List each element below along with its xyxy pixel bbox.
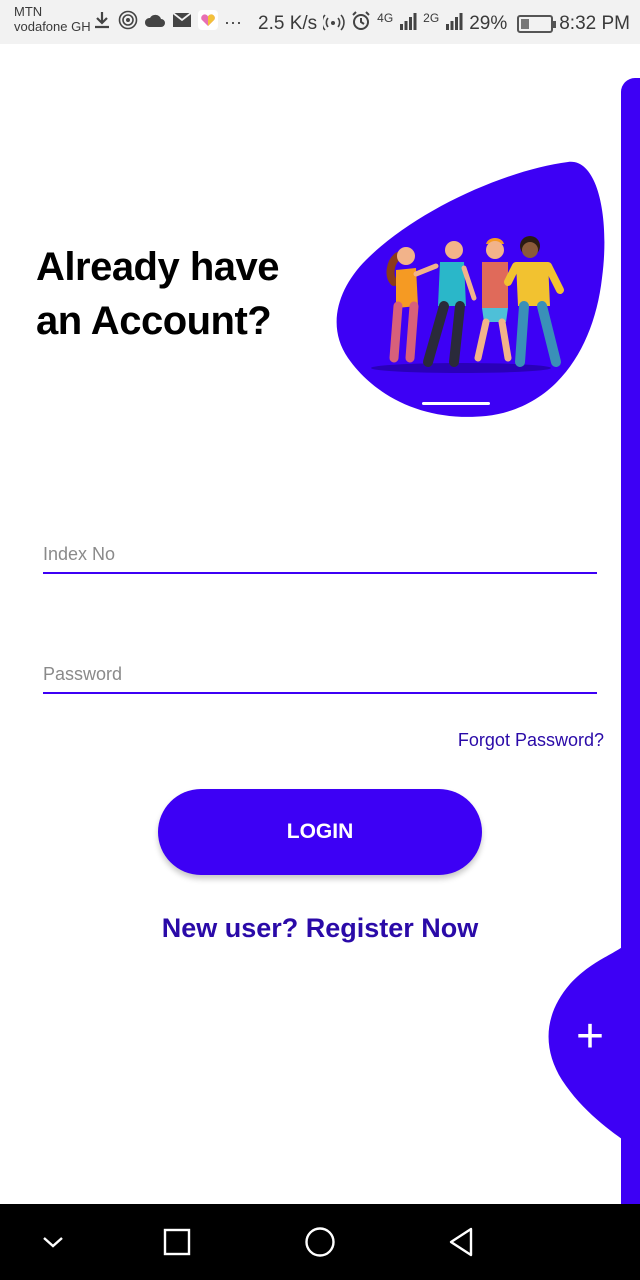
cloud-icon — [144, 12, 166, 32]
battery-icon — [517, 15, 557, 33]
carrier-info: MTN vodafone GH — [14, 4, 91, 34]
clock: 8:32 PM — [559, 13, 630, 34]
status-bar: MTN vodafone GH ··· 2.5 K/s 4G 2G 29% 8:… — [0, 0, 640, 44]
network-4g: 4G — [377, 11, 394, 25]
forgot-password-link[interactable]: Forgot Password? — [458, 730, 604, 751]
hero-illustration — [336, 161, 605, 417]
plus-icon[interactable]: + — [568, 1013, 612, 1061]
network-2g: 2G — [423, 11, 440, 25]
notification-icons: ··· — [92, 10, 242, 34]
signal-icon — [445, 12, 463, 36]
mail-icon — [172, 12, 192, 32]
register-link[interactable]: New user? Register Now — [0, 913, 640, 944]
password-input[interactable] — [43, 656, 597, 694]
hotspot-icon — [118, 10, 138, 34]
download-icon — [92, 10, 112, 34]
wifi-icon — [321, 11, 345, 37]
home-icon[interactable] — [300, 1222, 340, 1262]
battery-fill — [521, 19, 530, 29]
back-icon[interactable] — [442, 1222, 482, 1262]
login-button[interactable]: LOGIN — [158, 789, 482, 875]
title-line-2: an Account? — [36, 299, 272, 343]
title-line-1: Already have — [36, 245, 280, 289]
status-right: 2.5 K/s 4G 2G 29% 8:32 PM — [258, 11, 630, 37]
network-speed: 2.5 K/s — [258, 13, 318, 34]
chevron-down-icon[interactable] — [33, 1222, 73, 1262]
carrier-1: MTN — [14, 4, 43, 19]
signal-icon — [399, 12, 417, 36]
heart-app-icon — [198, 10, 218, 34]
alarm-icon — [351, 11, 371, 37]
battery-percent: 29% — [469, 13, 508, 34]
page-title: Already have an Account? — [36, 240, 326, 348]
more-icon: ··· — [224, 12, 242, 32]
carrier-2: vodafone GH — [14, 19, 91, 34]
navigation-bar — [0, 1204, 640, 1280]
recents-icon[interactable] — [157, 1222, 197, 1262]
index-no-input[interactable] — [43, 536, 597, 574]
